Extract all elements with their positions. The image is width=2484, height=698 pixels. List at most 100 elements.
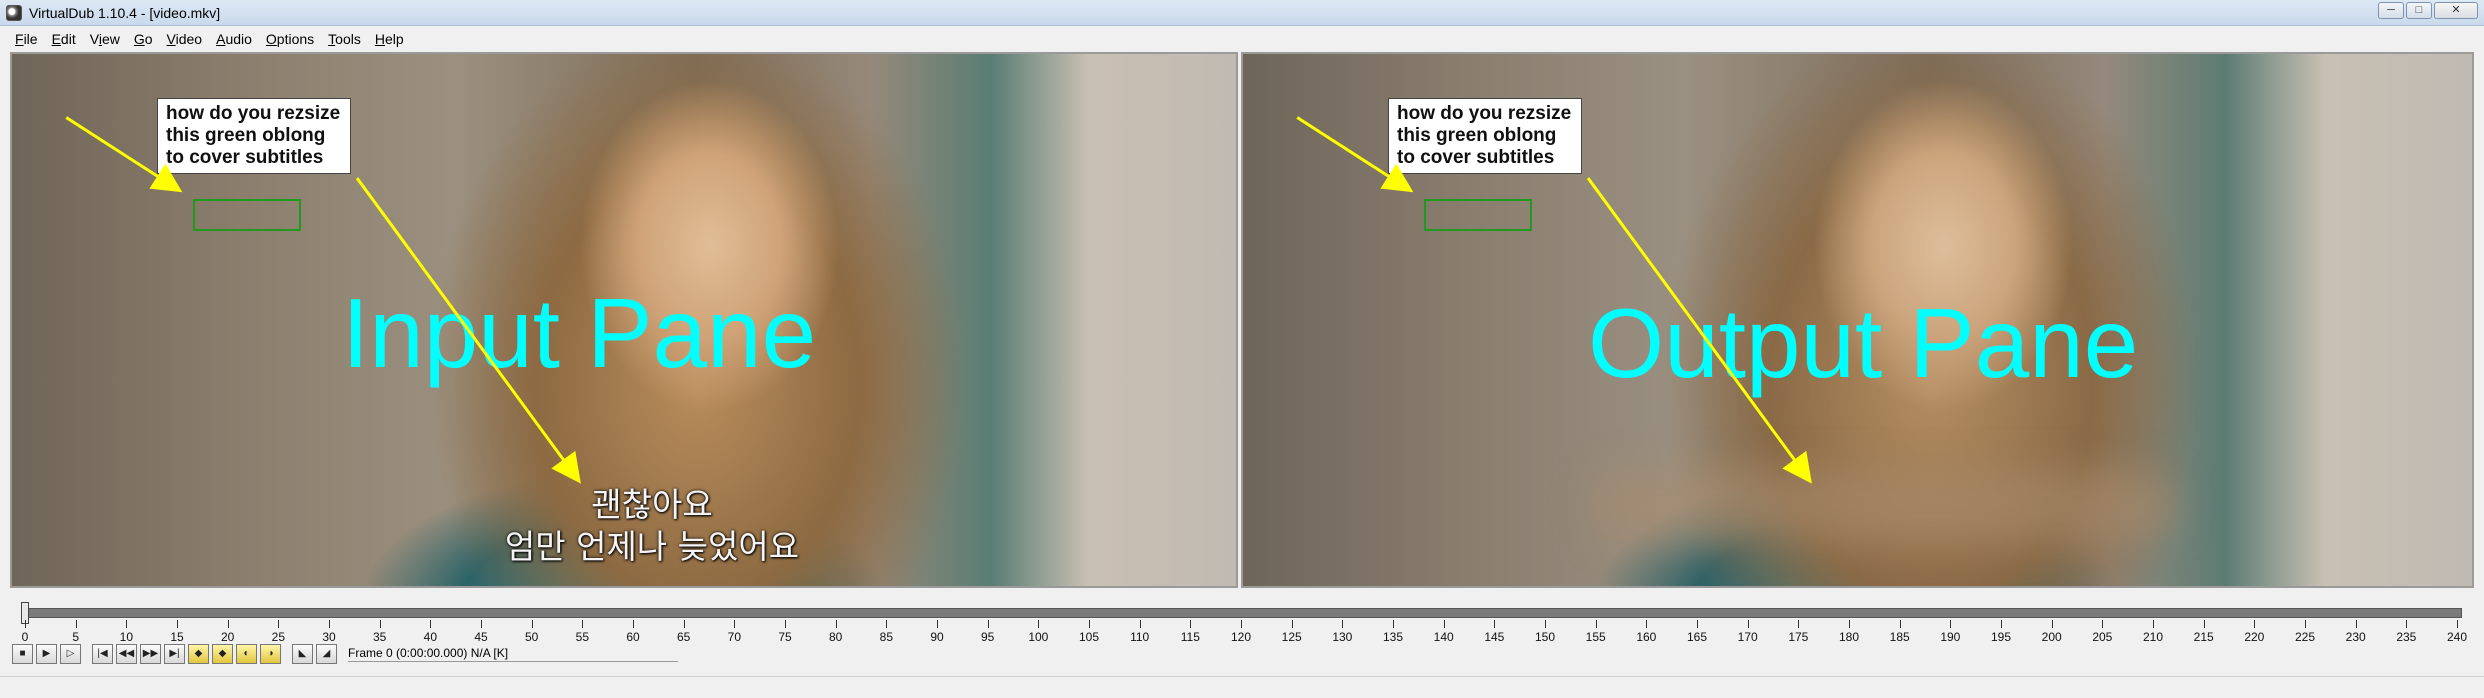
timeline-tick-label: 210	[2142, 630, 2164, 644]
timeline-tick	[987, 620, 989, 628]
annotation-arrows-output	[1296, 116, 1812, 484]
timeline-tick	[937, 620, 938, 628]
input-pane[interactable]: how do you rezsize this green oblong to …	[10, 52, 1238, 588]
timeline-tick	[25, 620, 26, 628]
timeline-tick-label: 205	[2092, 630, 2113, 644]
mark-in-icon[interactable]: ◣	[292, 644, 313, 664]
timeline-tick-label: 105	[1078, 630, 1100, 644]
timeline-tick-label: 175	[1788, 630, 1809, 644]
next-scene-icon[interactable]: ◑	[260, 644, 281, 664]
timeline-tick	[1697, 620, 1698, 628]
timeline-tick-label: 180	[1838, 630, 1860, 644]
timeline-tick	[481, 620, 482, 628]
minimize-button[interactable]: ─	[2378, 2, 2404, 19]
timeline-tick-label: 60	[626, 630, 640, 644]
go-end-icon[interactable]: ▶|	[164, 644, 185, 664]
timeline-tick-label: 25	[271, 630, 286, 644]
timeline-tick	[886, 620, 888, 628]
timeline-tick	[126, 620, 128, 628]
timeline-tick	[734, 620, 736, 628]
timeline-tick	[2355, 620, 2357, 628]
menu-options[interactable]: Options	[259, 31, 321, 47]
timeline-tick-label: 235	[2396, 630, 2417, 644]
timeline-tick-label: 10	[119, 630, 134, 644]
timeline-tick-label: 160	[1636, 630, 1657, 644]
play-output-icon[interactable]: ▷	[60, 644, 81, 664]
timeline-tick	[1798, 620, 1800, 628]
mark-out-icon[interactable]: ◢	[316, 644, 337, 664]
menu-view[interactable]: View	[83, 31, 127, 47]
timeline-tick-label: 80	[828, 630, 843, 644]
timeline-tick	[1899, 620, 1901, 628]
status-bar	[0, 676, 2484, 698]
timeline-tick	[683, 620, 685, 628]
menu-video[interactable]: Video	[160, 31, 210, 47]
timeline-tick	[2254, 620, 2256, 628]
menu-go[interactable]: Go	[127, 31, 160, 47]
virtualdub-app-icon[interactable]	[6, 4, 22, 21]
stop-icon[interactable]: ■	[12, 644, 33, 664]
timeline-tick	[2102, 620, 2104, 628]
timeline-tick-label: 5	[72, 630, 79, 644]
timeline-tick-label: 220	[2244, 630, 2265, 644]
menu-tools[interactable]: Tools	[321, 31, 368, 47]
timeline-tick	[1646, 620, 1648, 628]
timeline-tick	[1595, 620, 1597, 628]
timeline-tick	[1342, 620, 1344, 628]
timeline-tick	[1849, 620, 1850, 628]
timeline-tick	[2406, 620, 2408, 628]
go-start-icon[interactable]: |◀	[92, 644, 113, 664]
timeline-tick	[2051, 620, 2053, 628]
timeline-tick	[1494, 620, 1496, 628]
step-forward-icon[interactable]: ▶▶	[140, 644, 161, 664]
timeline-tick-label: 190	[1940, 630, 1961, 644]
timeline-tick	[2153, 620, 2154, 628]
close-button[interactable]: ✕	[2434, 2, 2478, 19]
timeline-tick	[1393, 620, 1394, 628]
timeline-tick-label: 145	[1484, 630, 1505, 644]
timeline-tick-label: 195	[1990, 630, 2012, 644]
timeline-tick-label: 95	[980, 630, 995, 644]
menu-edit[interactable]: Edit	[45, 31, 83, 47]
timeline-tick-label: 240	[2446, 630, 2468, 644]
timeline-tick	[379, 620, 381, 628]
timeline-tick	[177, 620, 178, 628]
timeline-tick-label: 225	[2294, 630, 2316, 644]
menu-help[interactable]: Help	[368, 31, 411, 47]
position-slider-track[interactable]	[22, 608, 2462, 618]
title-bar: VirtualDub 1.10.4 - [video.mkv] ─ □ ✕	[0, 0, 2484, 26]
timeline-tick-label: 130	[1332, 630, 1353, 644]
maximize-button[interactable]: □	[2406, 2, 2432, 19]
timeline-tick-label: 90	[930, 630, 944, 644]
timeline-tick-label: 115	[1180, 630, 1200, 644]
timeline-tick	[1545, 620, 1546, 628]
timeline-tick-label: 150	[1534, 630, 1556, 644]
next-keyframe-icon[interactable]: ◆	[212, 644, 233, 664]
play-input-icon[interactable]: ▶	[36, 644, 57, 664]
timeline-tick	[430, 620, 432, 628]
timeline-tick	[1747, 620, 1749, 628]
transport-toolbar: ■ ▶ ▷ |◀ ◀◀ ▶▶ ▶| ◆ ◆ ◐ ◑ ◣ ◢ Frame 0 (0…	[12, 644, 678, 664]
annotation-arrows-input	[65, 116, 581, 484]
output-pane[interactable]: how do you rezsize this green oblong to …	[1241, 52, 2474, 588]
prev-scene-icon[interactable]: ◐	[236, 644, 257, 664]
timeline-tick	[2203, 620, 2205, 628]
timeline-tick	[2001, 620, 2002, 628]
timeline-tick	[1950, 620, 1952, 628]
timeline-tick	[531, 620, 533, 628]
timeline-tick	[1241, 620, 1242, 628]
timeline-tick-label: 30	[322, 630, 336, 644]
timeline-tick	[582, 620, 584, 628]
timeline-tick-label: 85	[879, 630, 894, 644]
step-back-icon[interactable]: ◀◀	[116, 644, 137, 664]
menu-file[interactable]: File	[8, 31, 45, 47]
timeline-tick-label: 170	[1737, 630, 1758, 644]
timeline-tick	[1190, 620, 1192, 628]
prev-keyframe-icon[interactable]: ◆	[188, 644, 209, 664]
menu-audio[interactable]: Audio	[209, 31, 259, 47]
timeline-tick-label: 155	[1585, 630, 1606, 644]
timeline-tick	[633, 620, 634, 628]
timeline-tick-label: 35	[372, 630, 387, 644]
timeline-tick	[278, 620, 280, 628]
timeline-tick-label: 100	[1028, 630, 1049, 644]
